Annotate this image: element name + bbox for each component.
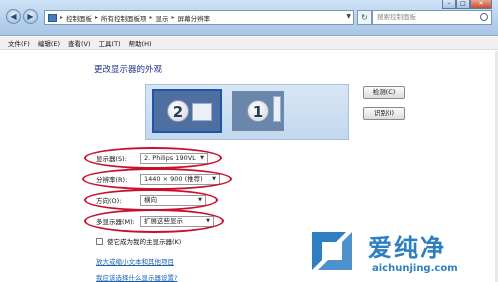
search-placeholder: 搜索控制面板 bbox=[377, 13, 416, 21]
resolution-select[interactable]: 1440 × 900 (推荐) ▼ bbox=[140, 173, 220, 185]
main-display-checkbox-row: 使它成为我的主显示器(K) bbox=[96, 236, 181, 246]
main-display-checkbox-label[interactable]: 使它成为我的主显示器(K) bbox=[107, 236, 181, 246]
multi-display-label: 多显示器(M): bbox=[96, 218, 135, 226]
orientation-select[interactable]: 横向 ▼ bbox=[140, 194, 206, 206]
menu-bar: 文件(F) 编辑(E) 查看(V) 工具(T) 帮助(H) bbox=[0, 37, 498, 50]
title-bar: ◀ ▶ ▸ 控制面板 ▸ 所有控制面板项 ▸ 显示 ▸ 屏幕分辨率 ▼ ↻ 搜索… bbox=[0, 0, 498, 36]
watermark-url: aichunjing.com bbox=[372, 263, 458, 274]
breadcrumb-display[interactable]: 显示 bbox=[156, 13, 169, 23]
orientation-label: 方向(O): bbox=[96, 197, 122, 205]
breadcrumb-separator: ▸ bbox=[149, 14, 153, 21]
resolution-row: 分辨率(R): 1440 × 900 (推荐) ▼ bbox=[96, 173, 220, 185]
chevron-down-icon: ▼ bbox=[212, 175, 216, 182]
monitor-number-badge: 1 bbox=[247, 100, 269, 122]
minimize-button[interactable]: – bbox=[442, 0, 456, 9]
monitor-1-tile[interactable]: 1 bbox=[232, 91, 284, 131]
orientation-select-value: 横向 bbox=[144, 195, 157, 204]
menu-edit[interactable]: 编辑(E) bbox=[38, 38, 60, 48]
chevron-down-icon: ▼ bbox=[200, 154, 204, 161]
page-title: 更改显示器的外观 bbox=[94, 65, 163, 75]
address-dropdown-icon[interactable]: ▼ bbox=[346, 13, 351, 20]
orientation-row: 方向(O): 横向 ▼ bbox=[96, 194, 206, 206]
monitor-2-tile[interactable]: 2 bbox=[152, 89, 222, 133]
breadcrumb-separator: ▸ bbox=[60, 14, 64, 21]
control-panel-icon bbox=[48, 13, 57, 22]
breadcrumb-control-panel[interactable]: 控制面板 bbox=[66, 13, 92, 23]
back-button[interactable]: ◀ bbox=[6, 9, 21, 24]
breadcrumb-screen-resolution[interactable]: 屏幕分辨率 bbox=[178, 13, 211, 23]
display-select-value: 2. Philips 190VL bbox=[144, 153, 196, 162]
menu-tools[interactable]: 工具(T) bbox=[99, 38, 121, 48]
menu-view[interactable]: 查看(V) bbox=[68, 38, 91, 48]
monitor-preview: 2 1 bbox=[145, 84, 349, 140]
identify-button[interactable]: 识别(I) bbox=[363, 107, 405, 120]
chevron-down-icon: ▼ bbox=[206, 217, 210, 224]
multi-display-select[interactable]: 扩展这些显示 ▼ bbox=[140, 215, 214, 227]
watermark-brand: 爱纯净 bbox=[368, 234, 446, 262]
close-button[interactable]: ✕ bbox=[470, 0, 492, 9]
display-label: 显示器(S): bbox=[96, 155, 127, 163]
forward-button[interactable]: ▶ bbox=[23, 9, 38, 24]
monitor-number-badge: 2 bbox=[167, 100, 189, 122]
monitor-icon bbox=[273, 96, 281, 122]
breadcrumb-separator: ▸ bbox=[171, 14, 175, 21]
multi-display-select-value: 扩展这些显示 bbox=[144, 216, 183, 225]
menu-help[interactable]: 帮助(H) bbox=[129, 38, 152, 48]
menu-file[interactable]: 文件(F) bbox=[8, 38, 30, 48]
window-controls: – □ ✕ bbox=[442, 0, 492, 9]
multi-display-row: 多显示器(M): 扩展这些显示 ▼ bbox=[96, 215, 214, 227]
breadcrumb-all-items[interactable]: 所有控制面板项 bbox=[101, 13, 147, 23]
resolution-select-value: 1440 × 900 (推荐) bbox=[144, 174, 203, 183]
monitor-icon bbox=[192, 103, 212, 121]
maximize-button[interactable]: □ bbox=[456, 0, 470, 9]
chevron-down-icon: ▼ bbox=[198, 196, 202, 203]
address-bar[interactable]: ▸ 控制面板 ▸ 所有控制面板项 ▸ 显示 ▸ 屏幕分辨率 ▼ bbox=[44, 10, 354, 25]
refresh-button[interactable]: ↻ bbox=[357, 10, 372, 25]
display-select[interactable]: 2. Philips 190VL ▼ bbox=[140, 152, 208, 164]
watermark-logo-icon bbox=[312, 232, 352, 270]
resolution-label: 分辨率(R): bbox=[96, 176, 128, 184]
breadcrumb-separator: ▸ bbox=[95, 14, 99, 21]
display-row: 显示器(S): 2. Philips 190VL ▼ bbox=[96, 152, 208, 164]
detect-button[interactable]: 检测(C) bbox=[363, 86, 405, 99]
search-input[interactable]: 搜索控制面板 bbox=[372, 10, 492, 25]
resize-text-link[interactable]: 放大或缩小文本和其他项目 bbox=[96, 256, 174, 266]
display-settings-help-link[interactable]: 我应该选择什么显示器设置? bbox=[96, 272, 177, 282]
main-display-checkbox[interactable] bbox=[96, 237, 103, 245]
search-icon bbox=[480, 13, 488, 21]
